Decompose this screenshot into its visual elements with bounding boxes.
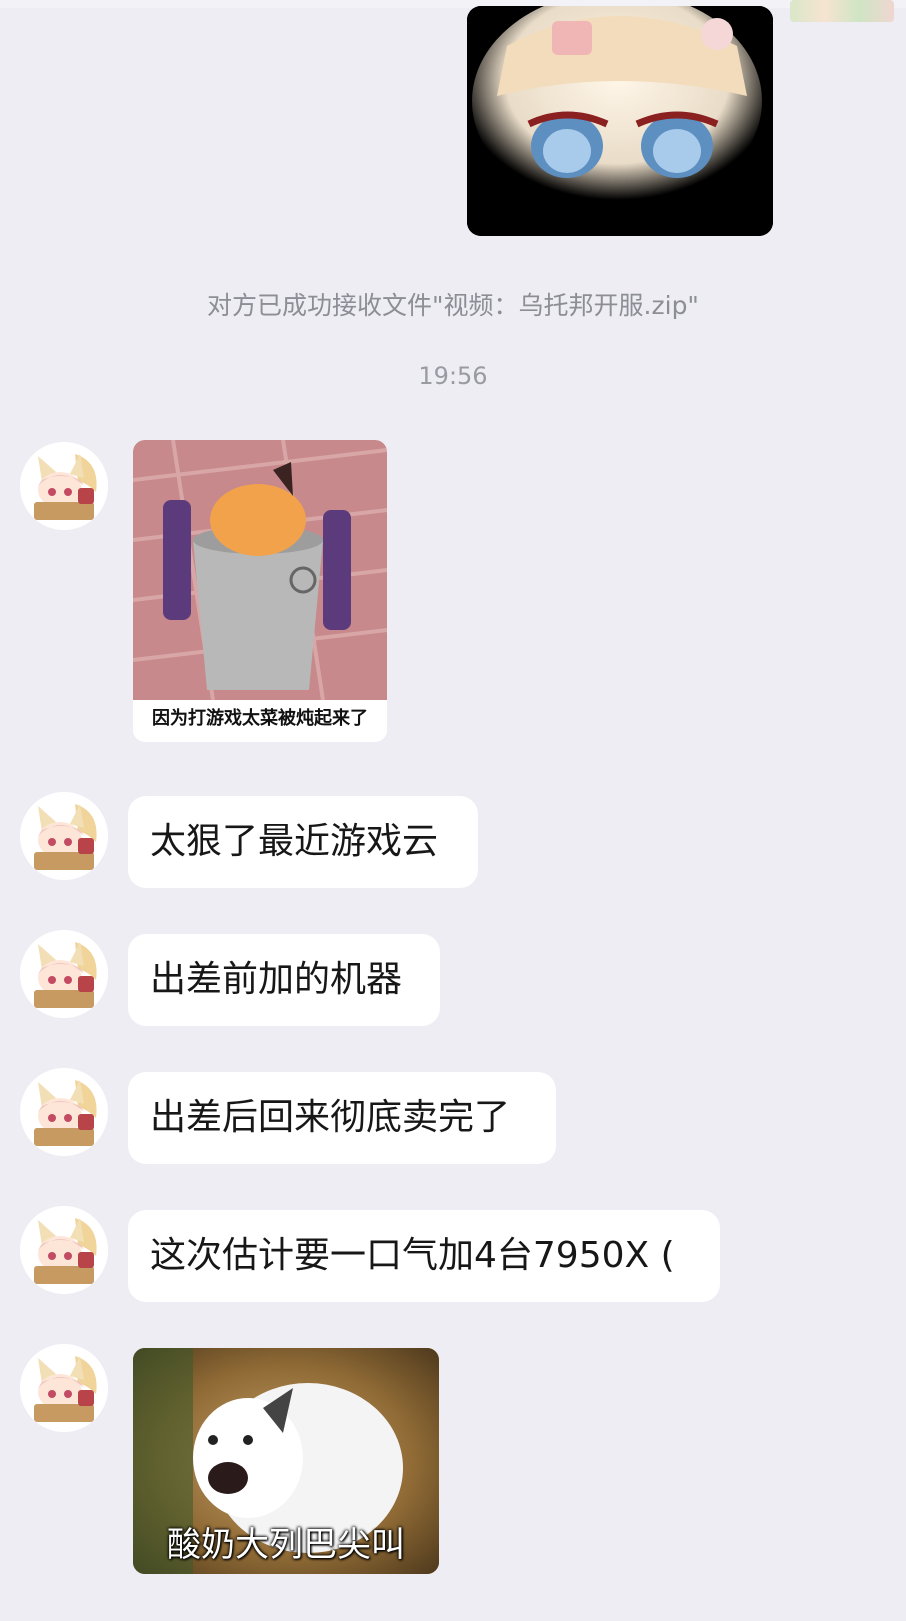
text-message-bubble[interactable]: 这次估计要一口气加4台7950X ( xyxy=(128,1210,720,1302)
message-timestamp: 19:56 xyxy=(418,362,488,390)
fox-girl-avatar-icon xyxy=(20,930,108,1018)
fox-girl-avatar-icon xyxy=(20,442,108,530)
sticker-message[interactable]: 因为打游戏太菜被炖起来了 xyxy=(133,440,387,742)
fox-girl-avatar-icon xyxy=(20,1206,108,1294)
avatar[interactable] xyxy=(20,442,108,530)
text-message-bubble[interactable]: 出差后回来彻底卖完了 xyxy=(128,1072,556,1164)
avatar[interactable] xyxy=(20,1068,108,1156)
text-message-bubble[interactable]: 出差前加的机器 xyxy=(128,934,440,1026)
sticker-message[interactable]: 酸奶大列巴尖叫 xyxy=(133,1348,439,1574)
sent-image-message[interactable] xyxy=(467,6,773,236)
top-strip xyxy=(0,0,906,8)
fox-girl-avatar-icon xyxy=(20,792,108,880)
fox-in-bucket-sticker-icon xyxy=(133,440,387,700)
file-received-notice: 对方已成功接收文件"视频：乌托邦开服.zip" xyxy=(207,291,699,320)
fox-girl-avatar-icon xyxy=(20,1068,108,1156)
avatar[interactable] xyxy=(20,1206,108,1294)
previous-message-thumbnail[interactable] xyxy=(790,0,894,22)
anime-girl-image xyxy=(467,6,773,236)
fox-girl-avatar-icon xyxy=(20,1344,108,1432)
sticker-caption: 因为打游戏太菜被炖起来了 xyxy=(133,700,387,738)
avatar[interactable] xyxy=(20,1344,108,1432)
avatar[interactable] xyxy=(20,792,108,880)
sticker-caption: 酸奶大列巴尖叫 xyxy=(167,1525,405,1565)
avatar[interactable] xyxy=(20,930,108,1018)
text-message-bubble[interactable]: 太狠了最近游戏云 xyxy=(128,796,478,888)
